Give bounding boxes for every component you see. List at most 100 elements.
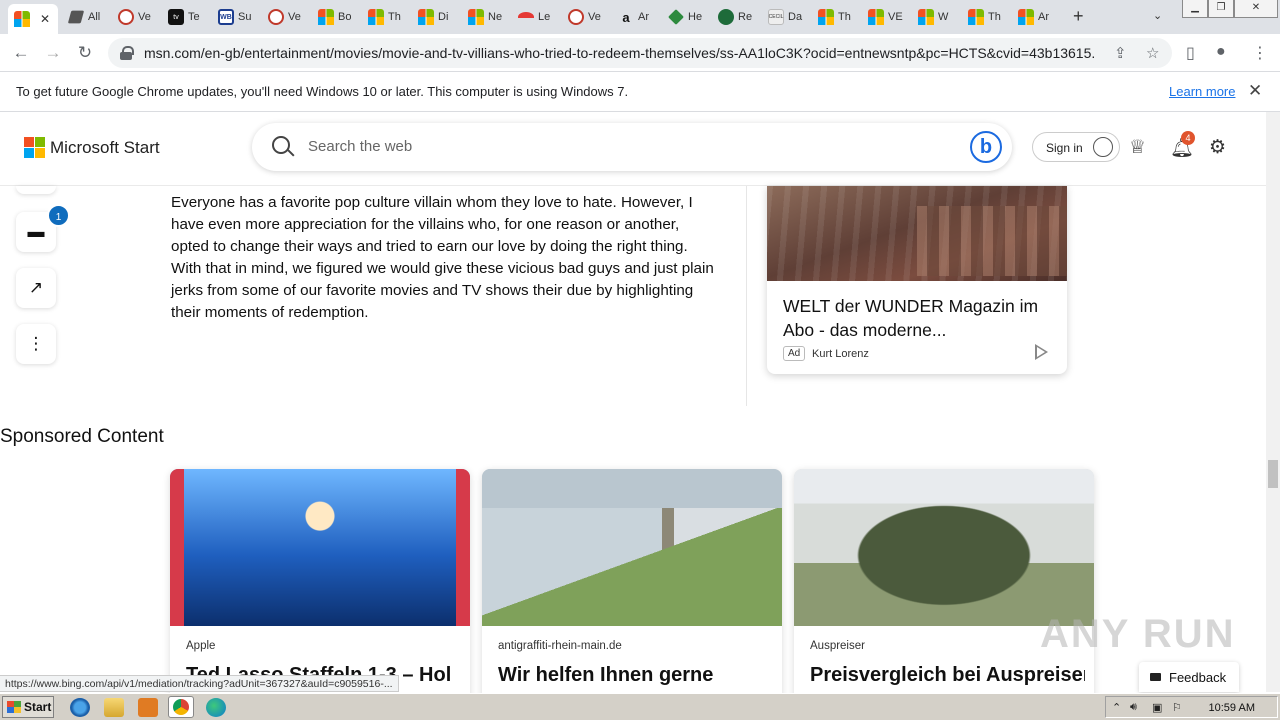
- card-image[interactable]: [170, 469, 470, 626]
- bookmark-star-icon[interactable]: ☆: [1146, 44, 1159, 62]
- tab-21[interactable]: Ar: [1012, 4, 1060, 30]
- search-input[interactable]: Search the web: [308, 138, 412, 155]
- menu-icon[interactable]: ⋮: [1252, 43, 1268, 63]
- brand-name[interactable]: Microsoft Start: [50, 138, 160, 158]
- scrollbar-thumb[interactable]: [1268, 460, 1278, 488]
- tab-9[interactable]: Di: [412, 4, 460, 30]
- more-icon: ⋮: [27, 334, 45, 353]
- sponsored-card[interactable]: antigraffiti-rhein-main.de Wir helfen Ih…: [482, 469, 782, 699]
- card-title[interactable]: Preisvergleich bei Auspreiser: [810, 662, 1085, 688]
- url-text[interactable]: msn.com/en-gb/entertainment/movies/movie…: [144, 45, 1094, 61]
- card-image[interactable]: [794, 469, 1094, 626]
- close-window-button[interactable]: ✕: [1234, 0, 1278, 18]
- ad-title[interactable]: WELT der WUNDER Magazin im Abo - das mod…: [783, 294, 1055, 342]
- close-icon[interactable]: ✕: [1248, 81, 1262, 101]
- tab-search-chevron-icon[interactable]: ⌄: [1153, 9, 1162, 22]
- tab-18[interactable]: VE: [862, 4, 910, 30]
- tab-12[interactable]: Ve: [562, 4, 610, 30]
- tab-2[interactable]: All: [62, 4, 110, 30]
- learn-more-link[interactable]: Learn more: [1169, 84, 1235, 99]
- microsoft-icon: [418, 9, 434, 25]
- tray-expand-icon[interactable]: ⌃: [1112, 701, 1121, 714]
- search-icon[interactable]: [272, 136, 290, 154]
- status-url: https://www.bing.com/api/v1/mediation/tr…: [0, 675, 399, 692]
- cecil-icon: CECIL: [768, 9, 784, 25]
- card-source: Apple: [186, 640, 216, 652]
- action-center-flag-icon[interactable]: ⚐: [1172, 701, 1182, 714]
- tab-label: Su: [238, 11, 252, 23]
- search-box[interactable]: Search the web b: [252, 123, 1012, 171]
- minimize-button[interactable]: ▁: [1182, 0, 1208, 18]
- tab-6[interactable]: Ve: [262, 4, 310, 30]
- sign-in-button[interactable]: Sign in: [1032, 132, 1120, 162]
- tab-11[interactable]: Le: [512, 4, 560, 30]
- ad-image[interactable]: [767, 186, 1067, 281]
- tab-19[interactable]: W: [912, 4, 960, 30]
- feedback-button[interactable]: Feedback: [1139, 662, 1239, 692]
- share-icon[interactable]: ⇪: [1114, 44, 1127, 62]
- tab-4[interactable]: tv Te: [162, 4, 210, 30]
- microsoft-icon: [368, 9, 384, 25]
- rail-button-partial[interactable]: [16, 186, 56, 194]
- pen-icon: [67, 10, 85, 24]
- rewards-trophy-icon[interactable]: ♕: [1129, 136, 1146, 159]
- tab-3[interactable]: Ve: [112, 4, 160, 30]
- tab-label: Bo: [338, 11, 352, 23]
- settings-gear-icon[interactable]: ⚙: [1209, 136, 1226, 159]
- share-button[interactable]: ↗: [16, 268, 56, 308]
- edge-icon[interactable]: [206, 698, 226, 717]
- tab-label: Ne: [488, 11, 503, 23]
- card-title[interactable]: Wir helfen Ihnen gerne: [498, 662, 773, 688]
- forward-button[interactable]: →: [42, 42, 64, 64]
- comment-count-badge: 1: [47, 204, 70, 227]
- start-button[interactable]: Start: [2, 696, 54, 718]
- media-player-icon[interactable]: [138, 698, 158, 717]
- tag-icon: [668, 9, 684, 25]
- ad-card[interactable]: WELT der WUNDER Magazin im Abo - das mod…: [767, 186, 1067, 374]
- chrome-taskbar-button[interactable]: [168, 696, 194, 718]
- site-header: Microsoft Start Search the web b Sign in…: [0, 112, 1266, 186]
- tab-16[interactable]: CECIL Da: [762, 4, 810, 30]
- notice-text: To get future Google Chrome updates, you…: [16, 84, 629, 99]
- ie-icon[interactable]: [70, 698, 90, 717]
- lock-icon[interactable]: [120, 46, 134, 60]
- bing-icon[interactable]: b: [970, 131, 1002, 163]
- tab-15[interactable]: Re: [712, 4, 760, 30]
- tab-13[interactable]: a Ar: [612, 4, 660, 30]
- microsoft-logo-icon[interactable]: [24, 137, 45, 158]
- tab-17[interactable]: Th: [812, 4, 860, 30]
- address-bar[interactable]: msn.com/en-gb/entertainment/movies/movie…: [108, 38, 1172, 68]
- profile-icon[interactable]: ●: [1216, 43, 1226, 61]
- new-tab-button[interactable]: +: [1073, 6, 1084, 27]
- volume-icon[interactable]: 🔊︎: [1130, 701, 1137, 714]
- restore-button[interactable]: ❐: [1208, 0, 1234, 18]
- adchoices-icon[interactable]: [1035, 344, 1048, 360]
- tab-label: VE: [888, 11, 903, 23]
- tab-label: Th: [388, 11, 401, 23]
- tab-5[interactable]: WB Su: [212, 4, 260, 30]
- sponsored-card[interactable]: Apple Ted Lasso Staffeln 1-3 – Hol: [170, 469, 470, 699]
- microsoft-icon: [868, 9, 884, 25]
- tab-7[interactable]: Bo: [312, 4, 360, 30]
- sponsored-card[interactable]: Auspreiser Preisvergleich bei Auspreiser: [794, 469, 1094, 699]
- side-panel-icon[interactable]: ▯: [1186, 43, 1195, 63]
- clock[interactable]: 10:59 AM: [1209, 702, 1255, 714]
- tab-8[interactable]: Th: [362, 4, 410, 30]
- back-button[interactable]: ←: [10, 42, 32, 64]
- tab-active[interactable]: ✕: [8, 4, 58, 34]
- system-tray: ⌃ 🔊︎ ▣ ⚐ 10:59 AM: [1105, 696, 1278, 718]
- network-icon[interactable]: ▣: [1152, 701, 1162, 714]
- microsoft-icon: [918, 9, 934, 25]
- explorer-folder-icon[interactable]: [104, 698, 124, 717]
- reload-button[interactable]: ↻: [74, 42, 96, 64]
- ad-source: Kurt Lorenz: [812, 348, 869, 360]
- tab-20[interactable]: Th: [962, 4, 1010, 30]
- vertical-scrollbar[interactable]: [1266, 112, 1280, 692]
- tab-10[interactable]: Ne: [462, 4, 510, 30]
- card-image[interactable]: [482, 469, 782, 626]
- close-tab-icon[interactable]: ✕: [40, 12, 50, 26]
- tab-label: Te: [188, 11, 200, 23]
- more-options-button[interactable]: ⋮: [16, 324, 56, 364]
- tab-14[interactable]: He: [662, 4, 710, 30]
- tab-strip: ✕ All Ve tv Te WB Su Ve Bo Th Di Ne Le Ve …: [0, 0, 1280, 34]
